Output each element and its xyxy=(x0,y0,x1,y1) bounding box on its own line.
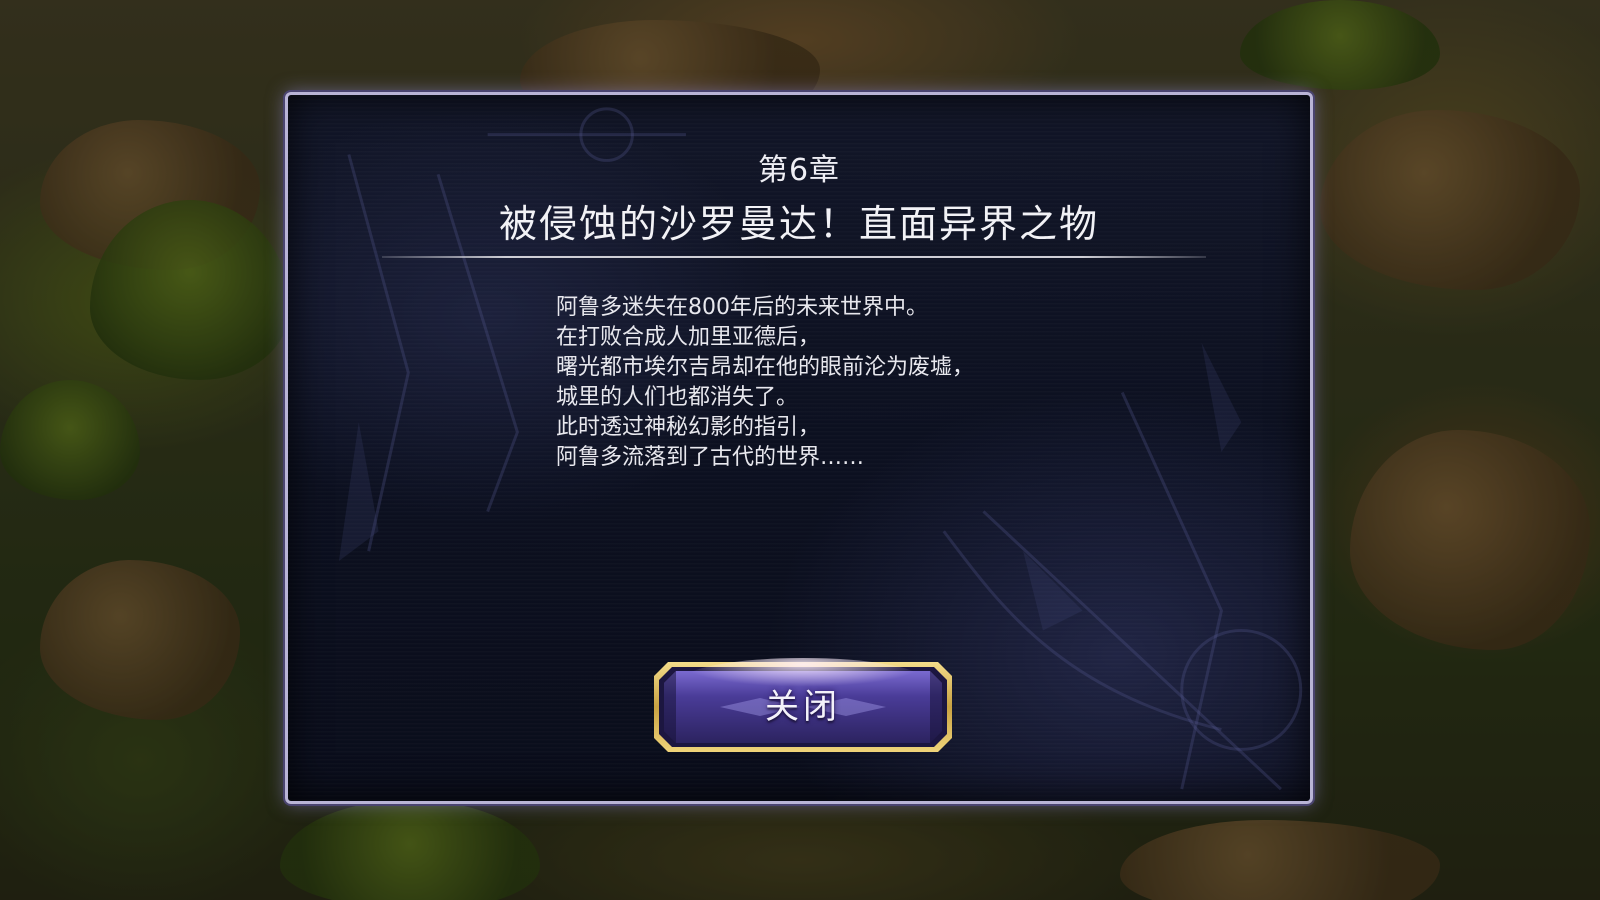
synopsis-line: 此时透过神秘幻影的指引， xyxy=(556,415,821,440)
synopsis-line: 阿鲁多迷失在800年后的未来世界中。 xyxy=(556,295,928,320)
synopsis-line: 城里的人们也都消失了。 xyxy=(556,385,799,410)
synopsis-line: 曙光都市埃尔吉昂却在他的眼前沦为废墟， xyxy=(556,355,975,380)
close-button-label: 关闭 xyxy=(765,687,841,727)
chapter-number: 第6章 xyxy=(757,153,841,188)
chapter-synopsis: 阿鲁多迷失在800年后的未来世界中。 在打败合成人加里亚德后， 曙光都市埃尔吉昂… xyxy=(556,293,1116,473)
chapter-dialog: 第6章 被侵蚀的沙罗曼达！直面异界之物 阿鲁多迷失在800年后的未来世界中。 在… xyxy=(285,92,1313,804)
chapter-title: 被侵蚀的沙罗曼达！直面异界之物 xyxy=(498,202,1099,246)
synopsis-line: 在打败合成人加里亚德后， xyxy=(556,325,821,350)
title-divider xyxy=(382,256,1206,258)
close-button[interactable]: 关闭 xyxy=(650,658,956,756)
synopsis-line: 阿鲁多流落到了古代的世界…… xyxy=(556,445,865,470)
